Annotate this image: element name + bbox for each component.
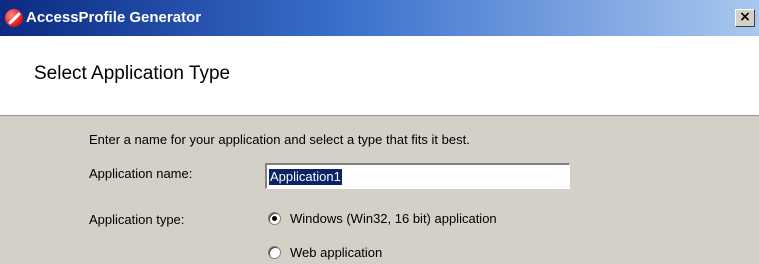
- application-name-input[interactable]: Application1: [265, 163, 570, 189]
- radio-windows-label: Windows (Win32, 16 bit) application: [290, 211, 497, 226]
- application-name-value: Application1: [269, 169, 342, 185]
- wizard-content: Enter a name for your application and se…: [0, 116, 759, 264]
- app-icon: [5, 9, 23, 27]
- title-bar: AccessProfile Generator ×: [0, 0, 759, 36]
- application-type-label: Application type:: [89, 212, 185, 227]
- application-name-label: Application name:: [89, 166, 193, 181]
- window-title: AccessProfile Generator: [26, 9, 202, 26]
- page-title: Select Application Type: [34, 63, 231, 84]
- wizard-header: Select Application Type: [0, 36, 759, 116]
- intro-text: Enter a name for your application and se…: [89, 132, 470, 147]
- close-icon: ×: [739, 9, 751, 25]
- radio-web-label: Web application: [290, 245, 383, 260]
- radio-selected-icon[interactable]: [268, 212, 281, 225]
- close-button[interactable]: ×: [735, 9, 755, 27]
- radio-unselected-icon[interactable]: [268, 246, 281, 259]
